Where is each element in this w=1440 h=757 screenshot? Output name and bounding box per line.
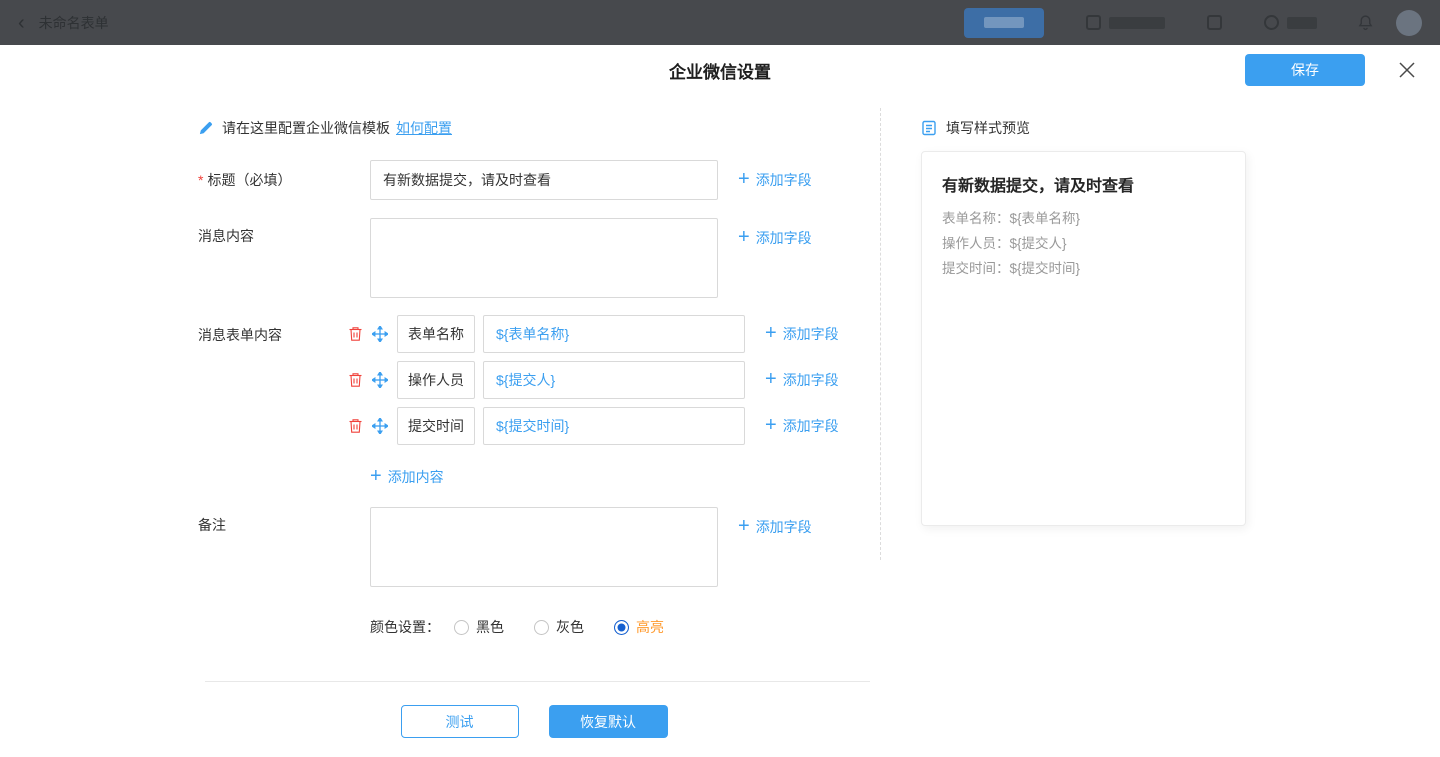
plus-icon: + — [370, 466, 382, 486]
form-content-row: +添加字段 — [348, 407, 839, 445]
add-field-link[interactable]: +添加字段 — [765, 361, 839, 399]
help-icon — [1264, 15, 1279, 30]
form-content-row: +添加字段 — [348, 315, 839, 353]
topbar: ‹ 未命名表单 — [0, 0, 1440, 45]
message-label: 消息内容 — [198, 218, 348, 298]
plus-icon: + — [738, 516, 750, 536]
plus-icon: + — [738, 227, 750, 247]
form-content-section: 消息表单内容 +添加字段 +添加字段 — [198, 315, 880, 493]
footer-divider — [205, 681, 870, 682]
color-option-black[interactable]: 黑色 — [454, 617, 504, 637]
color-option-gray[interactable]: 灰色 — [534, 617, 584, 637]
color-setting-row: 颜色设置： 黑色 灰色 高亮 — [198, 617, 880, 637]
delete-row-icon[interactable] — [348, 326, 363, 342]
add-field-link[interactable]: +添加字段 — [738, 507, 812, 547]
save-button[interactable]: 保存 — [1245, 54, 1365, 86]
field-key-input[interactable] — [397, 315, 475, 353]
test-button[interactable]: 测试 — [401, 705, 519, 738]
delete-row-icon[interactable] — [348, 372, 363, 388]
remark-textarea[interactable] — [370, 507, 718, 587]
topbar-help-item[interactable] — [1264, 15, 1317, 30]
pencil-icon — [198, 121, 213, 136]
modal-title: 企业微信设置 — [669, 58, 771, 83]
radio-icon — [534, 620, 549, 635]
required-mark: * — [198, 172, 203, 188]
footer-buttons: 测试 恢复默认 — [198, 705, 870, 738]
drag-move-icon[interactable] — [372, 418, 388, 434]
add-field-link[interactable]: +添加字段 — [738, 160, 812, 200]
form-content-label: 消息表单内容 — [198, 315, 348, 493]
form-content-row: +添加字段 — [348, 361, 839, 399]
add-field-link[interactable]: +添加字段 — [765, 315, 839, 353]
topbar-primary-button[interactable] — [964, 8, 1044, 38]
topbar-settings-item[interactable] — [1086, 15, 1165, 30]
back-icon[interactable]: ‹ — [18, 13, 25, 33]
plus-icon: + — [765, 369, 777, 389]
modal-header: 企业微信设置 保存 — [0, 45, 1440, 95]
user-avatar[interactable] — [1396, 10, 1422, 36]
plus-icon: + — [738, 169, 750, 189]
notification-bell-icon[interactable] — [1357, 14, 1374, 31]
preview-line: 操作人员：${提交人} — [942, 231, 1225, 256]
preview-card: 有新数据提交，请及时查看 表单名称：${表单名称} 操作人员：${提交人} 提交… — [921, 151, 1246, 526]
spacer — [198, 617, 348, 637]
field-variable-input[interactable] — [483, 361, 745, 399]
grid-icon — [1207, 15, 1222, 30]
template-config-pane: 请在这里配置企业微信模板 如何配置 *标题（必填） +添加字段 消息内容 +添加… — [0, 95, 880, 738]
settings-icon — [1086, 15, 1101, 30]
dimmed-label — [1287, 17, 1317, 29]
plus-icon: + — [765, 323, 777, 343]
field-variable-input[interactable] — [483, 407, 745, 445]
remark-label: 备注 — [198, 507, 348, 587]
dimmed-label — [984, 17, 1024, 28]
add-content-link[interactable]: +添加内容 — [370, 467, 839, 487]
preview-header: 填写样式预览 — [921, 118, 1246, 138]
restore-default-button[interactable]: 恢复默认 — [549, 705, 668, 738]
drag-move-icon[interactable] — [372, 326, 388, 342]
form-title: 未命名表单 — [39, 13, 109, 33]
drag-move-icon[interactable] — [372, 372, 388, 388]
remark-field-row: 备注 +添加字段 — [198, 507, 880, 587]
title-input[interactable] — [370, 160, 718, 200]
preview-header-label: 填写样式预览 — [946, 118, 1030, 138]
how-to-configure-link[interactable]: 如何配置 — [396, 118, 452, 138]
preview-pane: 填写样式预览 有新数据提交，请及时查看 表单名称：${表单名称} 操作人员：${… — [881, 95, 1246, 526]
preview-line: 表单名称：${表单名称} — [942, 206, 1225, 231]
field-key-input[interactable] — [397, 407, 475, 445]
form-preview-icon — [921, 120, 937, 136]
color-option-highlight[interactable]: 高亮 — [614, 617, 664, 637]
close-icon[interactable] — [1398, 61, 1416, 79]
title-label: *标题（必填） — [198, 160, 348, 200]
wechat-settings-modal: 企业微信设置 保存 请在这里配置企业微信模板 如何配置 *标题（必填） +添加字… — [0, 45, 1440, 757]
config-hint: 请在这里配置企业微信模板 如何配置 — [198, 118, 880, 138]
hint-text: 请在这里配置企业微信模板 — [222, 118, 390, 138]
add-field-link[interactable]: +添加字段 — [765, 407, 839, 445]
message-textarea[interactable] — [370, 218, 718, 298]
preview-title: 有新数据提交，请及时查看 — [942, 172, 1225, 196]
delete-row-icon[interactable] — [348, 418, 363, 434]
field-key-input[interactable] — [397, 361, 475, 399]
radio-icon — [454, 620, 469, 635]
plus-icon: + — [765, 415, 777, 435]
dimmed-label — [1109, 17, 1165, 29]
radio-icon-selected — [614, 620, 629, 635]
preview-line: 提交时间：${提交时间} — [942, 256, 1225, 281]
message-field-row: 消息内容 +添加字段 — [198, 218, 880, 298]
field-variable-input[interactable] — [483, 315, 745, 353]
color-setting-label: 颜色设置： — [370, 617, 440, 637]
title-field-row: *标题（必填） +添加字段 — [198, 160, 880, 200]
add-field-link[interactable]: +添加字段 — [738, 218, 812, 258]
topbar-icon-button[interactable] — [1207, 15, 1222, 30]
